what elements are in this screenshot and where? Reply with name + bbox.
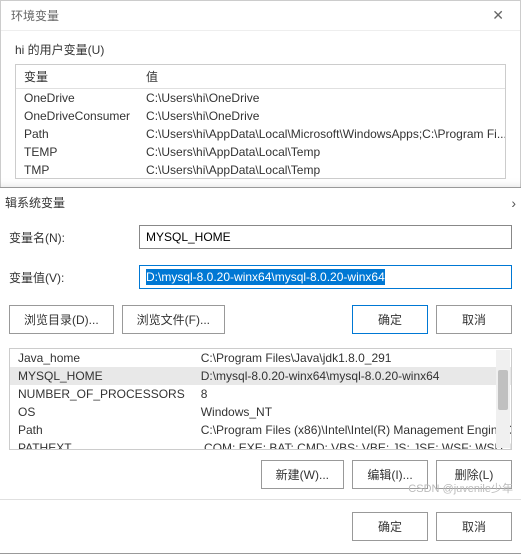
user-vars-label: hi 的用户变量(U)	[1, 31, 520, 64]
edit-sysvar-dialog: 辑系统变量 › 变量名(N): 变量值(V): D:\mysql-8.0.20-…	[0, 187, 521, 554]
table-row[interactable]: OneDriveConsumerC:\Users\hi\OneDrive	[16, 107, 506, 125]
close-icon[interactable]: ✕	[486, 7, 510, 24]
table-row[interactable]: TEMPC:\Users\hi\AppData\Local\Temp	[16, 143, 506, 161]
var-name-input[interactable]	[139, 225, 512, 249]
col-value[interactable]: 值	[138, 65, 506, 89]
browse-dir-button[interactable]: 浏览目录(D)...	[9, 305, 114, 334]
name-label: 变量名(N):	[9, 229, 129, 246]
scrollbar-thumb[interactable]	[498, 370, 508, 410]
table-row[interactable]: OneDriveC:\Users\hi\OneDrive	[16, 89, 506, 108]
sys-vars-table-wrap: Java_homeC:\Program Files\Java\jdk1.8.0_…	[9, 348, 512, 450]
edit-buttons: 浏览目录(D)... 浏览文件(F)... 确定 取消	[0, 297, 521, 342]
chevron-right-icon[interactable]: ›	[511, 195, 516, 211]
sys-vars-table[interactable]: Java_homeC:\Program Files\Java\jdk1.8.0_…	[10, 349, 512, 450]
browse-file-button[interactable]: 浏览文件(F)...	[122, 305, 225, 334]
edit-dialog-title: 辑系统变量	[5, 194, 65, 211]
table-row[interactable]: OSWindows_NT	[10, 403, 512, 421]
scrollbar[interactable]	[496, 350, 510, 448]
var-value-input[interactable]: D:\mysql-8.0.20-winx64\mysql-8.0.20-winx…	[139, 265, 512, 289]
table-row[interactable]: PathC:\Users\hi\AppData\Local\Microsoft\…	[16, 125, 506, 143]
col-name[interactable]: 变量	[16, 65, 138, 89]
name-row: 变量名(N):	[0, 217, 521, 257]
table-row[interactable]: TMPC:\Users\hi\AppData\Local\Temp	[16, 161, 506, 179]
window-title: 环境变量	[11, 7, 59, 24]
user-vars-table-wrap: 变量 值 OneDriveC:\Users\hi\OneDrive OneDri…	[15, 64, 506, 179]
table-row[interactable]: NUMBER_OF_PROCESSORS8	[10, 385, 512, 403]
dialog-buttons: 确定 取消	[0, 499, 521, 553]
user-vars-table[interactable]: 变量 值 OneDriveC:\Users\hi\OneDrive OneDri…	[16, 65, 506, 179]
cancel-button[interactable]: 取消	[436, 305, 512, 334]
table-row[interactable]: PathC:\Program Files (x86)\Intel\Intel(R…	[10, 421, 512, 439]
new-button[interactable]: 新建(W)...	[261, 460, 344, 489]
edit-titlebar: 辑系统变量 ›	[0, 188, 521, 217]
value-row: 变量值(V): D:\mysql-8.0.20-winx64\mysql-8.0…	[0, 257, 521, 297]
table-row[interactable]: MYSQL_HOMED:\mysql-8.0.20-winx64\mysql-8…	[10, 367, 512, 385]
table-row[interactable]: Java_homeC:\Program Files\Java\jdk1.8.0_…	[10, 349, 512, 367]
watermark: CSDN @juvenile少年	[408, 480, 513, 496]
main-ok-button[interactable]: 确定	[352, 512, 428, 541]
main-cancel-button[interactable]: 取消	[436, 512, 512, 541]
value-label: 变量值(V):	[9, 269, 129, 286]
titlebar: 环境变量 ✕	[1, 1, 520, 31]
ok-button[interactable]: 确定	[352, 305, 428, 334]
table-row[interactable]: PATHEXT.COM;.EXE;.BAT;.CMD;.VBS;.VBE;.JS…	[10, 439, 512, 450]
